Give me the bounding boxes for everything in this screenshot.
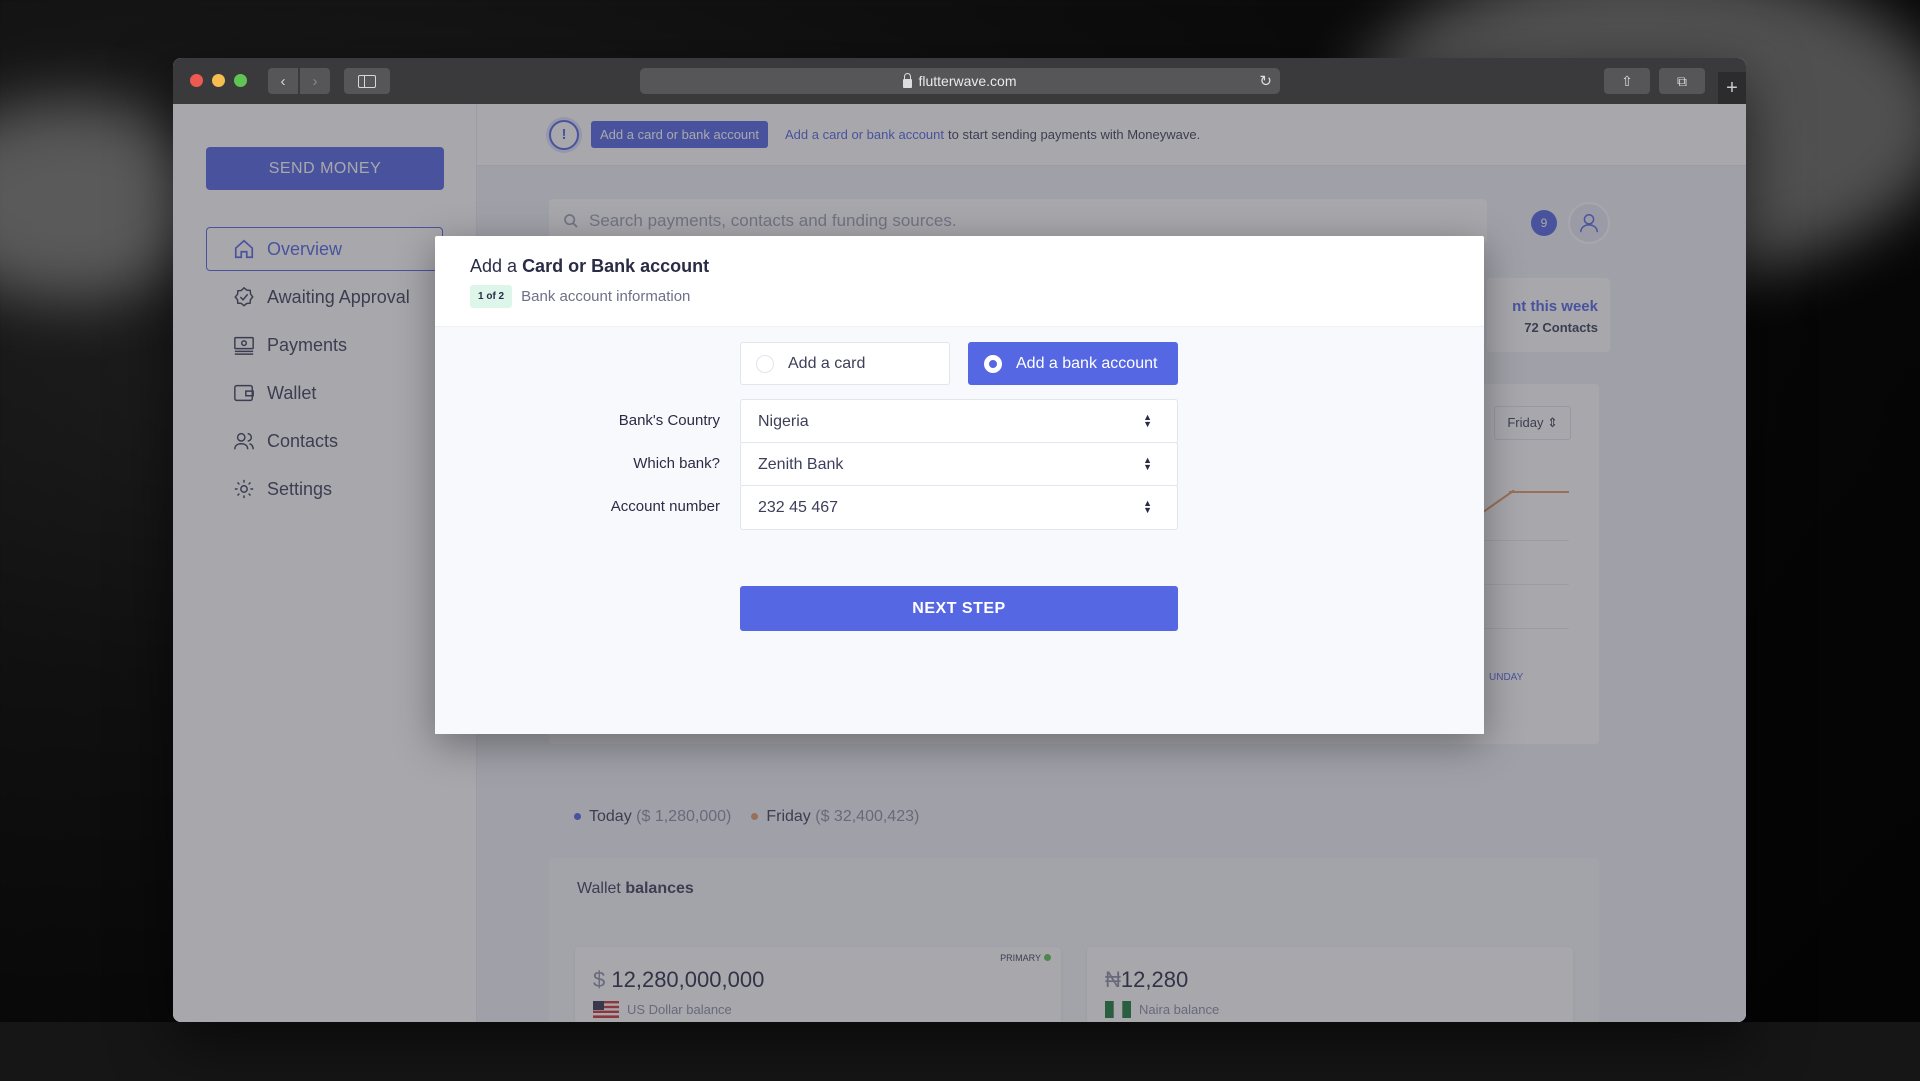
which-bank-select[interactable]: Zenith Bank ▲ ▼ (740, 442, 1178, 487)
address-bar[interactable]: flutterwave.com ↻ (640, 68, 1280, 94)
label-part: bank? (679, 455, 720, 472)
add-funding-modal: Add a Card or Bank account 1 of 2 Bank a… (435, 236, 1484, 734)
modal-body: Add a card Add a bank account Bank's Cou… (435, 327, 1484, 734)
add-card-option[interactable]: Add a card (740, 342, 950, 385)
chevron-right-icon: › (312, 72, 318, 90)
add-bank-account-label: Add a bank account (1016, 354, 1158, 372)
sidebar-icon (358, 74, 376, 88)
modal-title-prefix: Add a (470, 256, 518, 276)
modal-header: Add a Card or Bank account 1 of 2 Bank a… (435, 236, 1484, 327)
tabs-overview-button[interactable]: ⧉ (1659, 68, 1705, 94)
account-number-field[interactable]: 232 45 467 ▲ ▼ (740, 485, 1178, 530)
label-part: Country (667, 412, 720, 429)
history-nav: ‹ › (268, 68, 330, 94)
modal-title-bold: Card or Bank account (522, 256, 710, 276)
url-text: flutterwave.com (918, 73, 1017, 89)
bank-country-value: Nigeria (758, 412, 809, 430)
updown-icon: ▲ ▼ (1143, 498, 1152, 515)
share-button[interactable]: ⇧ (1604, 68, 1650, 94)
maximize-window-button[interactable] (234, 74, 247, 87)
plus-icon: + (1726, 76, 1738, 99)
radio-selected (984, 354, 1002, 373)
add-card-label: Add a card (788, 354, 866, 372)
account-number-value: 232 45 467 (758, 498, 839, 516)
sidebar-toggle-button[interactable] (344, 68, 390, 94)
window-controls (190, 74, 247, 87)
updown-icon: ▲ ▼ (1143, 412, 1152, 429)
label-part: Account (610, 498, 665, 515)
background-rock (0, 1022, 1920, 1081)
account-number-label: Account number (435, 498, 720, 515)
step-badge: 1 of 2 (470, 285, 513, 308)
lock-icon (903, 72, 913, 88)
chevron-left-icon: ‹ (280, 72, 286, 90)
step-indicator: 1 of 2 Bank account information (470, 285, 1449, 308)
radio-unselected (756, 354, 774, 373)
forward-button[interactable]: › (300, 68, 330, 94)
reload-icon[interactable]: ↻ (1259, 72, 1272, 90)
add-bank-account-option[interactable]: Add a bank account (968, 342, 1178, 385)
step-label: Bank account information (521, 288, 691, 305)
which-bank-label: Which bank? (435, 455, 720, 472)
bank-country-label: Bank's Country (435, 412, 720, 429)
which-bank-value: Zenith Bank (758, 455, 844, 473)
close-window-button[interactable] (190, 74, 203, 87)
next-step-button[interactable]: NEXT STEP (740, 586, 1178, 631)
label-part: Which (633, 455, 675, 472)
modal-title: Add a Card or Bank account (470, 256, 1449, 277)
minimize-window-button[interactable] (212, 74, 225, 87)
browser-titlebar: ‹ › flutterwave.com ↻ ⇧ ⧉ + (173, 58, 1746, 104)
label-part: Bank's (618, 412, 664, 429)
new-tab-button[interactable]: + (1718, 72, 1746, 104)
bank-country-select[interactable]: Nigeria ▲ ▼ (740, 399, 1178, 444)
updown-icon: ▲ ▼ (1143, 455, 1152, 472)
tabs-icon: ⧉ (1677, 72, 1687, 89)
back-button[interactable]: ‹ (268, 68, 298, 94)
share-icon: ⇧ (1621, 72, 1633, 89)
label-part: number (669, 498, 720, 515)
